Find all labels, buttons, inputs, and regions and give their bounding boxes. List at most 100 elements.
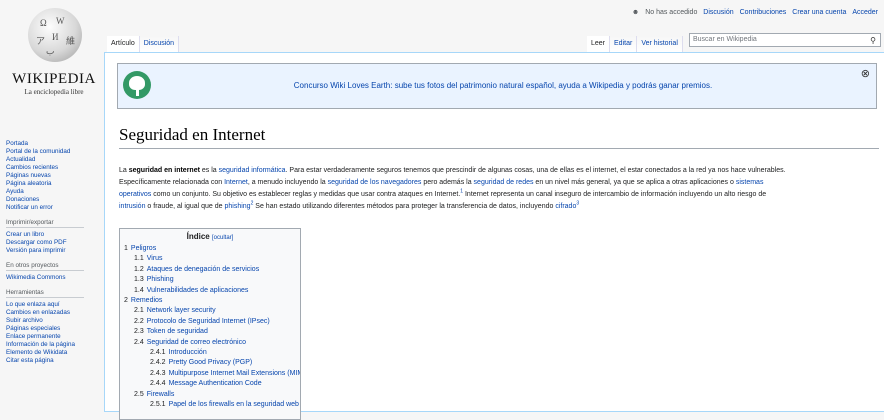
sidebar-nav-item[interactable]: Notificar un error (6, 204, 101, 212)
sidebar-tool-item[interactable]: Lo que enlaza aquí (6, 301, 101, 309)
link-internet[interactable]: Internet (224, 179, 248, 186)
sidebar-project-item[interactable]: Wikimedia Commons (6, 274, 101, 282)
toc-number: 2.1 (134, 307, 144, 315)
text: es la (199, 167, 219, 174)
sidebar-nav-item[interactable]: Portada (6, 140, 101, 148)
sidebar-nav-item[interactable]: Ayuda (6, 188, 101, 196)
sidebar-nav-item[interactable]: Página aleatoria (6, 180, 101, 188)
personal-tools: ☻ No has accedido Discusión Contribucion… (628, 9, 878, 16)
sidebar-nav-item[interactable]: Portal de la comunidad (6, 148, 101, 156)
toc-link[interactable]: Peligros (131, 245, 156, 252)
toc-link[interactable]: Pretty Good Privacy (PGP) (169, 359, 253, 366)
reference-3[interactable]: 3 (576, 201, 579, 207)
toc-entry[interactable]: 2.4.3 Multipurpose Internet Mail Extensio… (150, 369, 300, 377)
toc-link[interactable]: Ataques de denegación de servicios (147, 266, 259, 273)
link-sistemas[interactable]: sistemas (736, 179, 764, 186)
sidebar-print-item[interactable]: Versión para imprimir (6, 247, 101, 255)
personal-link-login[interactable]: Acceder (852, 9, 878, 16)
text: pero además la (421, 179, 474, 186)
toc-entry[interactable]: 2.5.1 Papel de los firewalls en la seguri… (150, 401, 299, 408)
toc-number: 2.2 (134, 317, 144, 325)
wiki-loves-earth-icon (123, 71, 151, 99)
tab-discussion[interactable]: Discusión (139, 36, 180, 52)
toc-link[interactable]: Introducción (169, 349, 207, 356)
tab-article[interactable]: Artículo (107, 36, 140, 52)
toc-entry[interactable]: 2.4 Seguridad de correo electrónico (134, 339, 246, 346)
sidebar-tool-item[interactable]: Enlace permanente (6, 333, 101, 341)
toc-title: Índice [ocultar] (120, 232, 300, 241)
sidebar-head-projects: En otros proyectos (6, 262, 84, 271)
toc-entry[interactable]: 2.1 Network layer security (134, 307, 216, 314)
intro-paragraph: La seguridad en internet es la seguridad… (119, 165, 877, 213)
toc-link[interactable]: Virus (147, 255, 163, 262)
sidebar-nav-item[interactable]: Actualidad (6, 156, 101, 164)
personal-link-discussion[interactable]: Discusión (703, 9, 733, 16)
toc-link[interactable]: Network layer security (147, 307, 216, 314)
sidebar-nav-item[interactable]: Cambios recientes (6, 164, 101, 172)
toc-entry[interactable]: 2.3 Token de seguridad (134, 328, 208, 335)
toc-link[interactable]: Message Authentication Code (169, 380, 262, 387)
globe-icon: Ω W ア И 維 ب (28, 8, 82, 62)
text: , a menudo incluyendo la (247, 179, 328, 186)
toc-link[interactable]: Phishing (147, 276, 174, 283)
toc-entry[interactable]: 2 Remedios (124, 297, 162, 304)
toc-link[interactable]: Protocolo de Seguridad Internet (IPsec) (147, 318, 270, 325)
personal-link-contributions[interactable]: Contribuciones (740, 9, 787, 16)
toc-link[interactable]: Multipurpose Internet Mail Extensions (M… (169, 370, 300, 377)
toc-link[interactable]: Remedios (131, 297, 163, 304)
toc-link[interactable]: Firewalls (147, 391, 175, 398)
sidebar-nav-item[interactable]: Páginas nuevas (6, 172, 101, 180)
sidebar-print-item[interactable]: Descargar como PDF (6, 239, 101, 247)
toc-entry[interactable]: 1.1 Virus (134, 255, 163, 262)
namespace-tabs: Artículo Discusión (107, 36, 180, 52)
personal-link-create-account[interactable]: Crear una cuenta (792, 9, 846, 16)
toc-link[interactable]: Token de seguridad (147, 328, 208, 335)
toc-entry[interactable]: 1.3 Phishing (134, 276, 174, 283)
link-seguridad-informatica[interactable]: seguridad informática (219, 167, 286, 174)
toc-entry[interactable]: 1.4 Vulnerabilidades de aplicaciones (134, 287, 248, 294)
toc-heading: Índice (186, 232, 210, 241)
toc-entry[interactable]: 2.4.4 Message Authentication Code (150, 380, 262, 387)
link-redes[interactable]: seguridad de redes (474, 179, 534, 186)
toc-number: 2.4.4 (150, 380, 166, 388)
toc-number: 1.1 (134, 255, 144, 263)
link-navegadores[interactable]: seguridad de los navegadores (328, 179, 422, 186)
toc-number: 1.4 (134, 286, 144, 294)
text: Internet representa un canal inseguro de… (463, 191, 767, 198)
link-phishing[interactable]: phishing (224, 203, 250, 210)
sidebar-tool-item[interactable]: Elemento de Wikidata (6, 349, 101, 357)
link-intrusion[interactable]: intrusión (119, 203, 145, 210)
toc-link[interactable]: Seguridad de correo electrónico (147, 339, 246, 346)
sidebar-nav-item[interactable]: Donaciones (6, 196, 101, 204)
tab-history[interactable]: Ver historial (637, 36, 683, 52)
sidebar-tools: Lo que enlaza aquí Cambios en enlazadas Su… (6, 301, 101, 365)
sidebar-tool-item[interactable]: Páginas especiales (6, 325, 101, 333)
toc-entry[interactable]: 1 Peligros (124, 245, 156, 252)
tab-edit[interactable]: Editar (610, 36, 638, 52)
tab-read[interactable]: Leer (587, 36, 611, 52)
toc-entry[interactable]: 2.5 Firewalls (134, 391, 174, 398)
wikipedia-logo[interactable]: Ω W ア И 維 ب WIKIPEDIA La enciclopedia li… (8, 8, 98, 118)
search-icon[interactable]: ⚲ (870, 35, 876, 47)
sidebar-tool-item[interactable]: Subir archivo (6, 317, 101, 325)
toc-hide-toggle[interactable]: [ocultar] (212, 235, 233, 241)
link-cifrado[interactable]: cifrado (555, 203, 576, 210)
text: . Para estar verdaderamente seguros tene… (285, 167, 786, 174)
link-operativos[interactable]: operativos (119, 191, 151, 198)
sidebar-print: Crear un libro Descargar como PDF Versión … (6, 231, 101, 255)
toc-entry[interactable]: 2.4.1 Introducción (150, 349, 207, 356)
toc-entry[interactable]: 2.2 Protocolo de Seguridad Internet (IPse… (134, 318, 270, 325)
banner-link[interactable]: Concurso Wiki Loves Earth: sube tus foto… (158, 81, 848, 90)
toc-number: 2.4.3 (150, 369, 166, 377)
toc-entry[interactable]: 2.4.2 Pretty Good Privacy (PGP) (150, 359, 252, 366)
toc-entry[interactable]: 1.2 Ataques de denegación de servicios (134, 266, 259, 273)
toc-link[interactable]: Vulnerabilidades de aplicaciones (147, 287, 249, 294)
search-input[interactable]: Buscar en Wikipedia ⚲ (689, 33, 881, 47)
view-tabs: Leer Editar Ver historial (587, 36, 683, 52)
sidebar-tool-item[interactable]: Cambios en enlazadas (6, 309, 101, 317)
sidebar-tool-item[interactable]: Citar esta página (6, 357, 101, 365)
sidebar-print-item[interactable]: Crear un libro (6, 231, 101, 239)
toc-link[interactable]: Papel de los firewalls en la seguridad w… (169, 401, 299, 408)
sidebar-tool-item[interactable]: Información de la página (6, 341, 101, 349)
close-icon[interactable]: ⊗ (861, 67, 870, 80)
